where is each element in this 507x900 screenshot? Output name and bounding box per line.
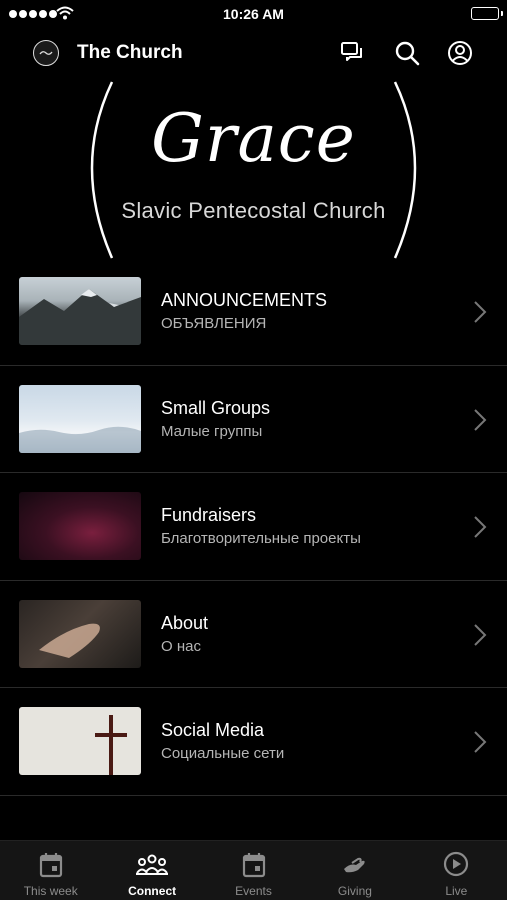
calendar-icon [242, 853, 265, 878]
connect-list: ANNOUNCEMENTS ОБЪЯВЛЕНИЯ Small Groups Ма… [0, 258, 507, 796]
app-header: The Church [0, 30, 507, 76]
search-icon[interactable] [393, 39, 421, 67]
list-item-fundraisers[interactable]: Fundraisers Благотворительные проекты [0, 473, 507, 581]
item-subtitle: Социальные сети [161, 745, 285, 763]
tab-this-week[interactable]: This week [0, 841, 101, 900]
list-item-small-groups[interactable]: Small Groups Малые группы [0, 366, 507, 474]
small-groups-thumbnail [19, 384, 141, 453]
item-title: Social Media [161, 720, 265, 741]
announcements-thumbnail [19, 277, 141, 345]
app-title: The Church [77, 42, 183, 63]
chevron-right-icon [474, 301, 487, 323]
chevron-right-icon [474, 731, 487, 754]
chat-icon[interactable] [339, 39, 367, 67]
tab-label: Giving [337, 884, 372, 898]
tab-label: Live [445, 884, 468, 898]
giving-hand-icon [343, 857, 365, 873]
list-item-social-media[interactable]: Social Media Социальные сети [0, 688, 507, 796]
item-title: Fundraisers [161, 505, 257, 526]
chevron-right-icon [474, 624, 487, 646]
chevron-right-icon [474, 408, 487, 431]
tab-connect[interactable]: Connect [101, 841, 202, 900]
item-title: ANNOUNCEMENTS [161, 290, 328, 310]
tab-label: Connect [128, 884, 177, 898]
tab-events[interactable]: Events [203, 841, 304, 900]
status-bar: 10:26 AM [0, 0, 507, 28]
profile-icon[interactable] [446, 39, 474, 67]
item-subtitle: ОБЪЯВЛЕНИЯ [161, 315, 267, 332]
church-banner: Grace Slavic Pentecostal Church [0, 76, 507, 266]
list-item-announcements[interactable]: ANNOUNCEMENTS ОБЪЯВЛЕНИЯ [0, 258, 507, 366]
chevron-right-icon [474, 516, 487, 538]
list-item-about[interactable]: About О нас [0, 581, 507, 689]
status-time: 10:26 AM [223, 6, 284, 22]
church-logo[interactable] [33, 40, 59, 66]
item-subtitle: О нас [161, 637, 201, 655]
banner-subtitle: Slavic Pentecostal Church [121, 198, 386, 223]
calendar-icon [39, 853, 62, 878]
play-circle-icon [444, 851, 469, 877]
about-thumbnail [19, 599, 141, 668]
tab-giving[interactable]: Giving [304, 841, 405, 900]
battery-icon [471, 7, 503, 20]
tab-label: Events [235, 884, 272, 898]
logo-mark-icon [39, 51, 53, 55]
social-media-thumbnail [19, 707, 141, 776]
item-title: About [161, 612, 209, 633]
tab-live[interactable]: Live [406, 841, 507, 900]
tab-label: This week [23, 884, 78, 898]
item-subtitle: Малые группы [161, 422, 263, 440]
item-subtitle: Благотворительные проекты [161, 530, 361, 548]
tab-bar: This week Connect Events Giving Live [0, 840, 507, 900]
item-title: Small Groups [161, 397, 271, 418]
fundraisers-thumbnail [19, 492, 141, 561]
banner-script-title: Grace [151, 100, 356, 177]
people-icon [136, 854, 169, 875]
